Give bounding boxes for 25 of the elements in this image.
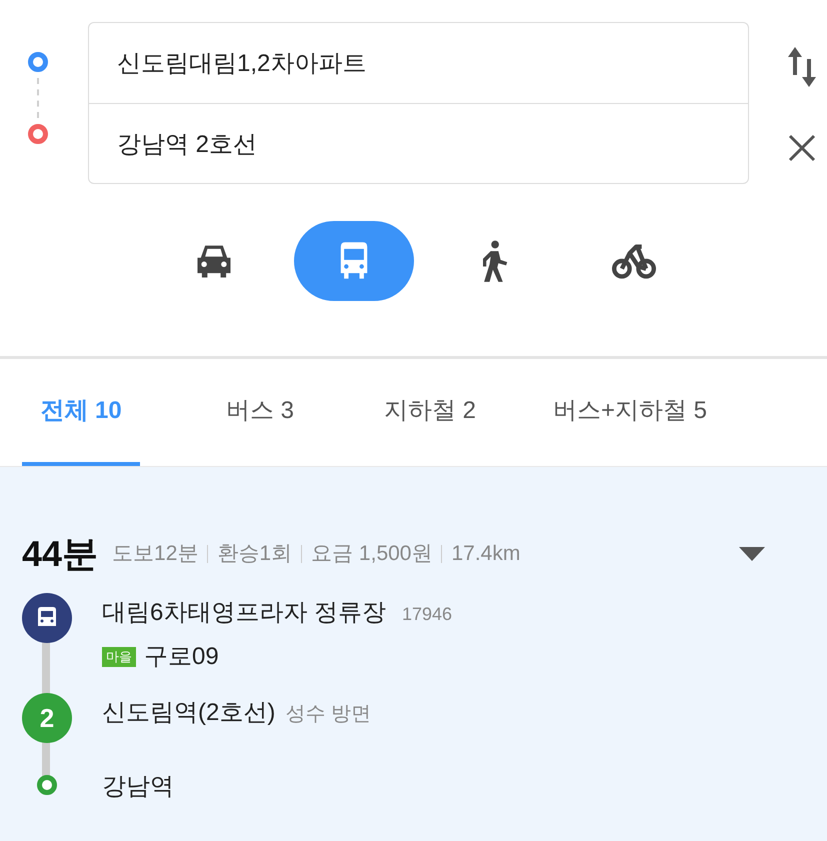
duration: 44분 <box>22 532 98 576</box>
bus-stop-icon <box>22 593 72 643</box>
swap-icon[interactable] <box>786 44 818 88</box>
route-detail: 요금 1,500원 <box>311 541 432 568</box>
route-detail: 환승1회 <box>217 541 292 568</box>
stop-name: 대림6차태영프라자 정류장 <box>102 598 386 628</box>
stop-name: 강남역 <box>102 772 174 802</box>
route-tab[interactable]: 버스+지하철 5 <box>530 359 730 466</box>
end-point-icon <box>37 775 57 795</box>
bus-number: 구로09 <box>144 642 219 672</box>
stop-name: 신도림역(2호선) <box>102 698 276 728</box>
origin-input[interactable]: 신도림대림1,2차아파트 <box>89 23 748 103</box>
subway-line-badge: 2 <box>22 693 72 743</box>
route-detail: 도보12분 <box>112 541 198 568</box>
direction: 성수 방면 <box>285 702 371 727</box>
destination-input[interactable]: 강남역 2호선 <box>89 104 748 183</box>
route-detail: 17.4km <box>451 541 520 568</box>
route-card[interactable]: 44분 도보12분 환승1회 요금 1,500원 17.4km 대림6차태영프라자 정류장 17946 마을 구로09 2 신도림역(2호선) 성수 방면 강남역 <box>0 467 827 841</box>
bus-type-badge: 마을 <box>102 647 136 667</box>
close-icon[interactable] <box>788 134 816 162</box>
expand-icon[interactable] <box>739 547 765 561</box>
connector-line <box>37 78 39 118</box>
route-tab[interactable]: 지하철 2 <box>330 359 530 466</box>
stop-code: 17946 <box>402 603 452 626</box>
route-tab[interactable]: 버스 3 <box>190 359 330 466</box>
